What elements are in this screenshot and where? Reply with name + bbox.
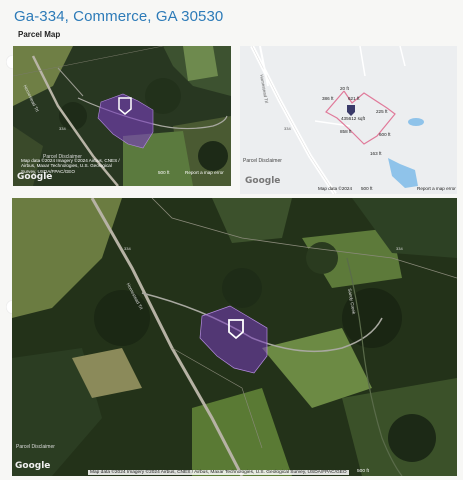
parcel-disclaimer-link[interactable]: Parcel Disclaimer <box>243 158 282 164</box>
route-shield-label-2: 334 <box>396 246 403 251</box>
report-map-error-link[interactable]: Report a map error <box>185 170 224 175</box>
satellite-map-large[interactable]: Homestead Trl 334 334 Sandy Creek Parcel… <box>12 198 457 476</box>
measure-west: 386 ft <box>322 96 334 101</box>
route-label: 334 <box>284 126 291 131</box>
google-logo: Google <box>245 176 281 186</box>
map-scale: 500 ft <box>361 186 373 191</box>
measure-northeast: 621 ft <box>348 96 360 101</box>
satellite-map-small[interactable]: Homestead Trl 334 Parcel Disclaimer Goog… <box>13 46 231 186</box>
measure-southeast: 163 ft <box>370 151 382 156</box>
satellite-imagery <box>12 198 457 476</box>
map-attribution: Map data ©2024 <box>318 186 353 191</box>
street-map-small[interactable]: Homestead Trl 334 20 ft 386 ft 621 ft 22… <box>240 46 457 194</box>
measure-south: 858 ft <box>340 129 352 134</box>
measure-east-top: 225 ft <box>376 109 388 114</box>
route-shield-label: 334 <box>59 126 66 131</box>
report-map-error-link[interactable]: Report a map error <box>417 186 456 191</box>
page-title: Ga-334, Commerce, GA 30530 <box>14 8 224 25</box>
pond <box>408 118 424 126</box>
measure-east: 600 ft <box>379 132 391 137</box>
map-scale: 500 ft <box>158 170 170 175</box>
measure-north: 20 ft <box>340 86 349 91</box>
parcel-disclaimer-link[interactable]: Parcel Disclaimer <box>16 444 55 450</box>
parcel-area: 435612 sqft <box>341 116 366 121</box>
map-scale: 500 ft <box>357 469 370 474</box>
map-attribution: Map data ©2024 Imagery ©2024 Airbus, CNE… <box>88 470 349 475</box>
section-heading: Parcel Map <box>18 30 61 39</box>
route-shield-label: 334 <box>124 246 131 251</box>
map-attribution: Map data ©2024 Imagery ©2024 Airbus, CNE… <box>21 157 120 174</box>
google-logo: Google <box>15 461 51 471</box>
